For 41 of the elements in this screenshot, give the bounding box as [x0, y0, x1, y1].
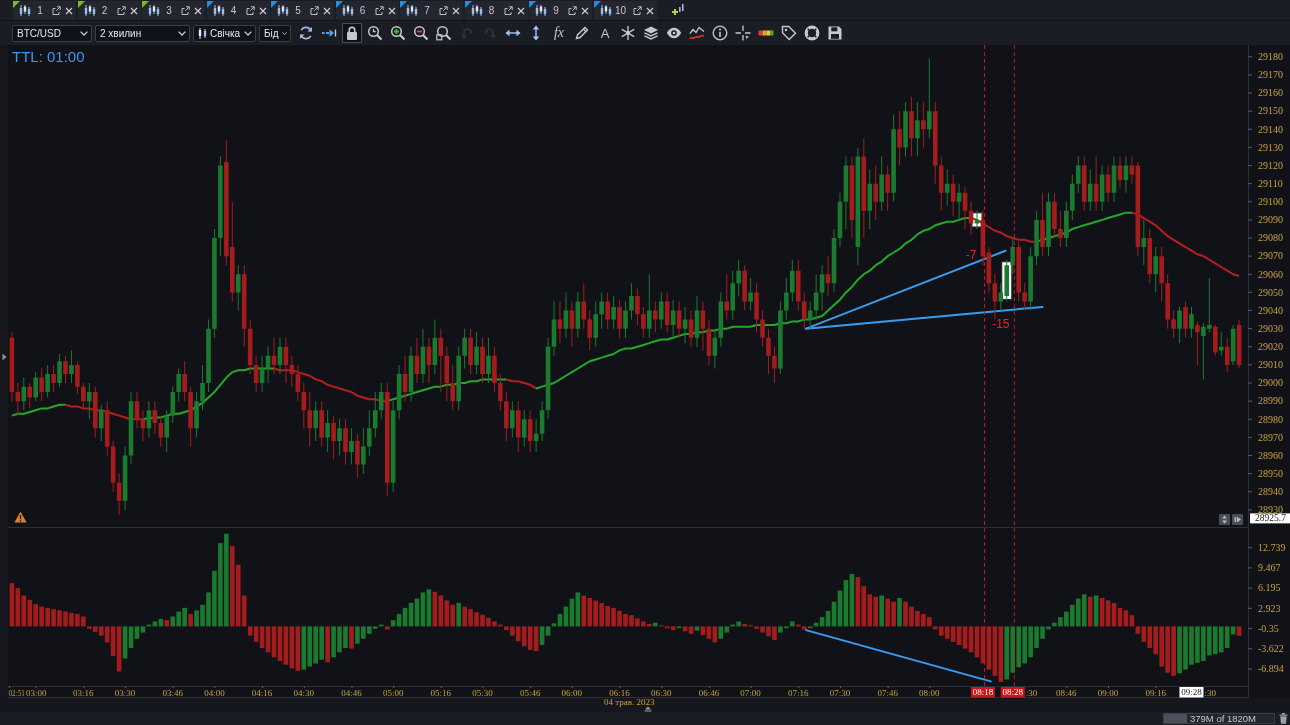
- axis-value-label: 28990: [1258, 395, 1283, 407]
- memory-usage-text: 379M of 1820M: [1190, 714, 1256, 723]
- trend-label: -7: [965, 247, 977, 262]
- axis-value-label: 29060: [1258, 268, 1283, 280]
- axis-value-label: 29160: [1258, 87, 1283, 99]
- axis-value-label: 29180: [1258, 51, 1283, 63]
- axis-value-label: 28960: [1258, 449, 1283, 461]
- axis-value-label: 29010: [1258, 359, 1283, 371]
- trend-label: -15: [992, 316, 1010, 331]
- date-label: 04 трав. 2023: [604, 698, 655, 706]
- axis-value-label: 28950: [1258, 467, 1283, 479]
- axis-value-label: -6.894: [1258, 663, 1284, 675]
- axis-value-label: 2.923: [1258, 602, 1281, 614]
- axis-value-label: 29110: [1258, 177, 1283, 189]
- axis-value-label: 29130: [1258, 141, 1283, 153]
- axis-value-label: 29140: [1258, 123, 1283, 135]
- axis-value-label: 28970: [1258, 431, 1283, 443]
- time-axis-label: :30: [1204, 687, 1216, 698]
- axis-value-label: 29050: [1258, 286, 1283, 298]
- axis-value-label: -0.35: [1258, 622, 1279, 634]
- axis-value-label: 29040: [1258, 304, 1283, 316]
- axis-value-label: 29150: [1258, 105, 1283, 117]
- axis-value-label: 28930: [1258, 504, 1283, 516]
- axis-value-label: 29020: [1258, 341, 1283, 353]
- axis-value-label: 29090: [1258, 214, 1283, 226]
- cursor-price-label: 28925.7: [1250, 513, 1290, 524]
- axis-value-label: 29000: [1258, 377, 1283, 389]
- axis-value-label: 9.467: [1258, 562, 1281, 574]
- axis-value-label: 28940: [1258, 486, 1283, 498]
- cursor-time-label: 09:28: [1179, 687, 1204, 698]
- axis-value-label: 29170: [1258, 69, 1283, 81]
- axis-value-label: 29120: [1258, 159, 1283, 171]
- axis-value-label: 29080: [1258, 232, 1283, 244]
- ttl-label: TTL: 01:00: [12, 48, 85, 66]
- axis-value-label: 28980: [1258, 413, 1283, 425]
- axis-value-label: 29030: [1258, 322, 1283, 334]
- axis-value-label: 6.195: [1258, 582, 1281, 594]
- axis-value-label: 12.739: [1258, 542, 1286, 553]
- axis-value-label: 29100: [1258, 196, 1283, 208]
- axis-value-label: 29070: [1258, 250, 1283, 262]
- axis-value-label: -3.622: [1258, 643, 1284, 655]
